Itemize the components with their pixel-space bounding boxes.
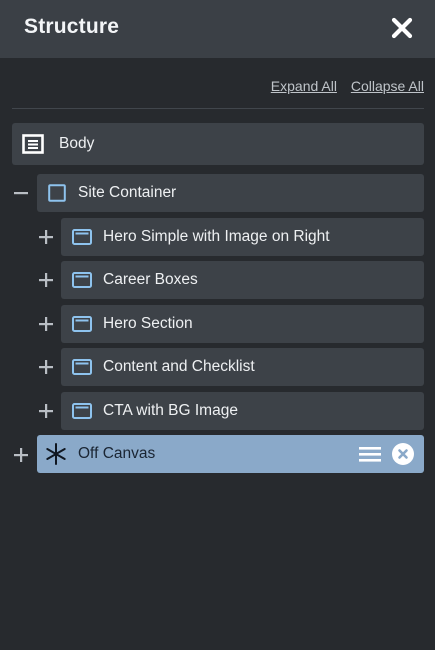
tree-item-label: CTA with BG Image [103,402,238,419]
section-icon [72,316,92,332]
tree-item-label: Off Canvas [78,445,156,462]
tree-item-child[interactable]: Content and Checklist [61,348,424,386]
section-icon [72,403,92,419]
collapse-icon[interactable] [14,186,28,200]
divider [12,108,424,109]
panel-title: Structure [24,15,120,38]
tree-item-label: Hero Simple with Image on Right [103,228,330,245]
tree-item-child[interactable]: Hero Simple with Image on Right [61,218,424,256]
panel-header: Structure [0,0,435,58]
drag-handle-icon[interactable] [359,447,381,462]
close-icon[interactable] [389,15,415,41]
expand-icon[interactable] [39,360,53,374]
square-icon [48,184,66,202]
tree-item-label: Site Container [78,184,177,201]
tree-item-off-canvas[interactable]: Off Canvas [37,435,424,473]
tree-item-child[interactable]: Hero Section [61,305,424,343]
tree-item-label: Body [59,135,95,152]
tree-item-body[interactable]: Body [12,123,424,165]
remove-icon[interactable] [392,443,414,465]
expand-icon[interactable] [39,317,53,331]
tree-item-label: Hero Section [103,315,193,332]
section-icon [72,359,92,375]
section-icon [72,272,92,288]
tree-item-label: Career Boxes [103,271,198,288]
tree-item-child[interactable]: CTA with BG Image [61,392,424,430]
expand-icon[interactable] [39,273,53,287]
section-icon [72,229,92,245]
expand-all-link[interactable]: Expand All [271,78,337,94]
collapse-all-link[interactable]: Collapse All [351,78,424,94]
tree-item-label: Content and Checklist [103,358,255,375]
tree-item-site-container[interactable]: Site Container [37,174,424,212]
expand-icon[interactable] [14,448,28,462]
asterisk-icon [46,443,66,465]
expand-icon[interactable] [39,404,53,418]
expand-icon[interactable] [39,230,53,244]
tree-actions: Expand All Collapse All [261,78,424,94]
document-icon [22,134,44,154]
tree-item-child[interactable]: Career Boxes [61,261,424,299]
